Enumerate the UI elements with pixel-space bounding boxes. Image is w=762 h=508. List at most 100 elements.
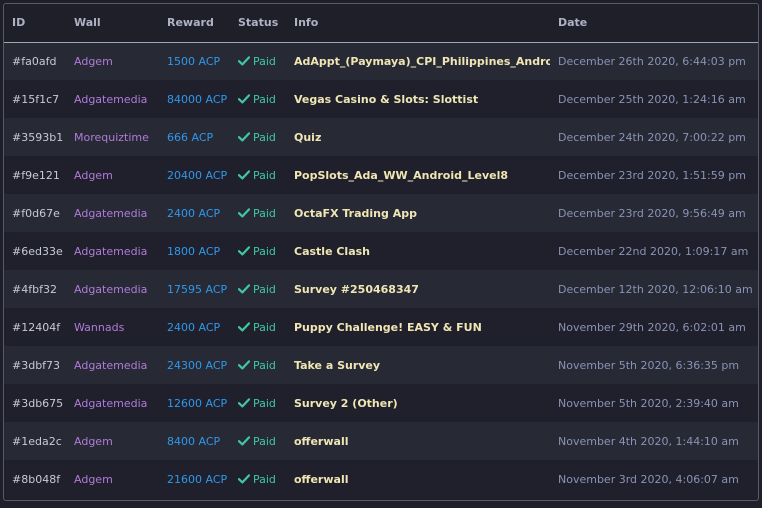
table-header: ID Wall Reward Status Info Date (4, 4, 758, 43)
check-icon (238, 359, 250, 369)
row-date: December 23rd 2020, 1:51:59 pm (558, 168, 746, 182)
row-id: #fa0afd (12, 54, 57, 68)
check-icon (238, 397, 250, 407)
row-status: Paid (230, 460, 286, 498)
row-status: Paid (230, 270, 286, 308)
table-row: #15f1c7 Adgatemedia 84000 ACP Paid Vegas… (4, 80, 758, 118)
check-icon (238, 245, 250, 255)
row-status: Paid (230, 194, 286, 232)
row-wall: Adgatemedia (74, 358, 148, 372)
row-status: Paid (230, 42, 286, 80)
row-date: December 22nd 2020, 1:09:17 am (558, 244, 749, 258)
row-date: December 24th 2020, 7:00:22 pm (558, 130, 746, 144)
check-icon (238, 93, 250, 103)
row-status: Paid (230, 156, 286, 194)
row-status: Paid (230, 422, 286, 460)
row-date: December 25th 2020, 1:24:16 am (558, 92, 746, 106)
status-label: Paid (253, 206, 276, 220)
check-icon (238, 56, 250, 66)
column-header-id: ID (4, 4, 66, 43)
row-reward: 20400 ACP (167, 168, 228, 182)
row-date: December 12th 2020, 12:06:10 am (558, 282, 753, 296)
history-table-container: ID Wall Reward Status Info Date #fa0afd … (3, 3, 759, 501)
column-header-status: Status (230, 4, 286, 43)
row-reward: 12600 ACP (167, 396, 228, 410)
row-status: Paid (230, 384, 286, 422)
table-row: #3db675 Adgatemedia 12600 ACP Paid Surve… (4, 384, 758, 422)
check-icon (238, 131, 250, 141)
row-wall: Adgatemedia (74, 396, 148, 410)
row-info: Quiz (294, 130, 322, 144)
row-status: Paid (230, 308, 286, 346)
row-id: #f0d67e (12, 206, 60, 220)
status-label: Paid (253, 358, 276, 372)
table-row: #12404f Wannads 2400 ACP Paid Puppy Chal… (4, 308, 758, 346)
status-label: Paid (253, 168, 276, 182)
status-label: Paid (253, 472, 276, 486)
row-status: Paid (230, 118, 286, 156)
table-row: #3593b1 Morequiztime 666 ACP Paid Quiz D… (4, 118, 758, 156)
row-info: Castle Clash (294, 244, 371, 258)
row-info: PopSlots_Ada_WW_Android_Level8 (294, 168, 508, 182)
row-wall: Adgem (74, 434, 113, 448)
row-info: Vegas Casino & Slots: Slottist (294, 92, 479, 106)
status-label: Paid (253, 54, 276, 68)
row-reward: 17595 ACP (167, 282, 228, 296)
row-id: #4fbf32 (12, 282, 57, 296)
table-row: #f0d67e Adgatemedia 2400 ACP Paid OctaFX… (4, 194, 758, 232)
row-date: December 23rd 2020, 9:56:49 am (558, 206, 746, 220)
row-reward: 24300 ACP (167, 358, 228, 372)
row-reward: 1500 ACP (167, 54, 221, 68)
row-info: Puppy Challenge! EASY & FUN (294, 320, 482, 334)
column-header-reward: Reward (159, 4, 230, 43)
row-id: #1eda2c (12, 434, 62, 448)
row-reward: 84000 ACP (167, 92, 228, 106)
row-date: November 29th 2020, 6:02:01 am (558, 320, 746, 334)
table-body: #fa0afd Adgem 1500 ACP Paid AdAppt_(Paym… (4, 42, 758, 498)
row-id: #f9e121 (12, 168, 60, 182)
column-header-wall: Wall (66, 4, 159, 43)
history-table: ID Wall Reward Status Info Date #fa0afd … (4, 4, 758, 498)
column-header-date: Date (550, 4, 758, 43)
row-info: offerwall (294, 472, 349, 486)
row-status: Paid (230, 80, 286, 118)
row-id: #3db675 (12, 396, 64, 410)
row-wall: Adgem (74, 168, 113, 182)
row-reward: 1800 ACP (167, 244, 221, 258)
column-header-info: Info (286, 4, 550, 43)
row-reward: 8400 ACP (167, 434, 221, 448)
row-reward: 2400 ACP (167, 206, 221, 220)
status-label: Paid (253, 282, 276, 296)
table-row: #6ed33e Adgatemedia 1800 ACP Paid Castle… (4, 232, 758, 270)
check-icon (238, 321, 250, 331)
header-row: ID Wall Reward Status Info Date (4, 4, 758, 43)
row-wall: Adgatemedia (74, 244, 148, 258)
row-id: #12404f (12, 320, 61, 334)
row-date: November 5th 2020, 2:39:40 am (558, 396, 739, 410)
row-wall: Adgem (74, 472, 113, 486)
status-label: Paid (253, 244, 276, 258)
check-icon (238, 435, 250, 445)
row-wall: Wannads (74, 320, 125, 334)
table-row: #fa0afd Adgem 1500 ACP Paid AdAppt_(Paym… (4, 42, 758, 80)
row-wall: Adgatemedia (74, 282, 148, 296)
check-icon (238, 283, 250, 293)
status-label: Paid (253, 130, 276, 144)
row-status: Paid (230, 232, 286, 270)
table-row: #3dbf73 Adgatemedia 24300 ACP Paid Take … (4, 346, 758, 384)
row-id: #3dbf73 (12, 358, 61, 372)
row-info: AdAppt_(Paymaya)_CPI_Philippines_Android (294, 54, 550, 68)
status-label: Paid (253, 396, 276, 410)
row-info: offerwall (294, 434, 349, 448)
table-row: #8b048f Adgem 21600 ACP Paid offerwall N… (4, 460, 758, 498)
row-date: December 26th 2020, 6:44:03 pm (558, 54, 746, 68)
row-wall: Adgatemedia (74, 206, 148, 220)
check-icon (238, 169, 250, 179)
row-reward: 21600 ACP (167, 472, 228, 486)
row-info: Survey 2 (Other) (294, 396, 398, 410)
row-wall: Adgatemedia (74, 92, 148, 106)
row-id: #15f1c7 (12, 92, 60, 106)
row-date: November 3rd 2020, 4:06:07 am (558, 472, 739, 486)
row-info: Survey #250468347 (294, 282, 419, 296)
check-icon (238, 473, 250, 483)
